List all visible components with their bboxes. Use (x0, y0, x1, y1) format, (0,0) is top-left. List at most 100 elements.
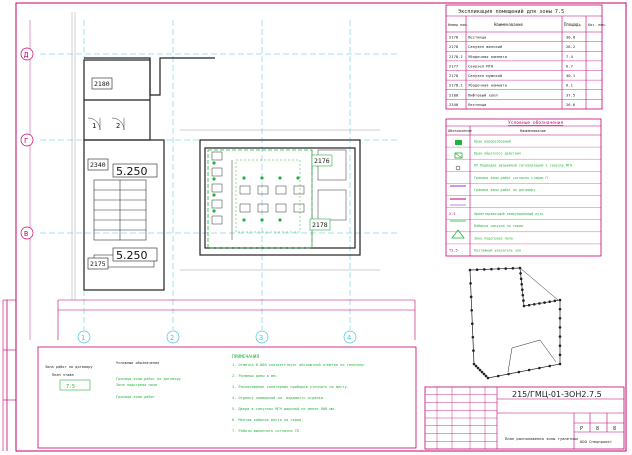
door-number: 2 (116, 122, 120, 130)
stage-value: Р (580, 426, 583, 432)
explication-cell: Лифтовый холл (468, 92, 498, 97)
room-2340: 2340 (90, 161, 106, 169)
explication-cell: 40.1 (566, 73, 576, 78)
notes-left-label: Зона работ по договору (45, 364, 93, 369)
legend-text: Зона подогрева пола (474, 236, 513, 240)
axis-label: 2 (170, 334, 174, 342)
zone-marker-dot (468, 268, 472, 272)
legend-text: Ориентировочный эвакуационный путь (474, 212, 543, 216)
legend-header: Наименование (520, 129, 546, 133)
legend-symbol: T3.5 (449, 248, 458, 252)
explication-table: Экспликация помещений для зоны 7.5 Номер… (445, 4, 606, 110)
legend-table: Условные обозначения Обозначение Наимено… (445, 118, 602, 257)
explication-cell: Санузел женский (468, 44, 502, 49)
floor-plan: 2180 2340 2175 2176 2178 5.250 5.250 1 2… (20, 12, 416, 344)
room-2176: 2176 (314, 157, 330, 165)
room-2175: 2175 (90, 260, 106, 268)
zone-marker-dot (470, 308, 474, 312)
explication-header: Наименование (494, 22, 523, 27)
zone-marker-dot (553, 299, 557, 303)
zone-marker-dot (519, 277, 523, 281)
axis-label: В (24, 230, 28, 238)
zone-marker-dot (490, 267, 493, 271)
zone-marker-dot (482, 268, 486, 271)
zone-marker-dot (517, 370, 521, 374)
explication-cell: 2178 (449, 35, 459, 40)
drawing-sheet: 2180 2340 2175 2176 2178 5.250 5.250 1 2… (2, 2, 627, 452)
zone-marker-dot (548, 364, 552, 368)
drawing-code: 215/ГМЦ-01-ЗОН2.7.5 (512, 390, 602, 399)
level-marker: 5.250 (116, 249, 148, 262)
zone-marker-dot (469, 282, 472, 285)
explication-cell: 2178 (449, 73, 459, 78)
zone-marker-dot (548, 300, 552, 304)
zone-marker-dot (522, 299, 525, 302)
zone-marker-dot (558, 344, 562, 348)
note-paragraph: 6. Монтаж кабинок вести по серии. (232, 417, 303, 422)
legend-text: Граница зоны работ согласно стадии П (474, 175, 548, 180)
legend-text: Граница зоны работ по договору (474, 187, 535, 192)
zone-marker-dot (558, 362, 562, 366)
zone-marker-dot (518, 266, 522, 270)
legend-text: ПУ Подводка аварийной сигнализации к сан… (474, 164, 572, 168)
note-paragraph: 2. Размеры даны в мм. (232, 374, 277, 378)
zone-marker-dot (497, 267, 500, 271)
explication-cell: Лестница (468, 102, 486, 107)
title-block: 215/ГМЦ-01-ЗОН2.7.5 План расположения зо… (424, 386, 625, 450)
notes-col2-title: Условные обозначения (116, 360, 159, 365)
sheet-name: План расположения зоны туалетных (505, 436, 579, 441)
zone-marker-dot (472, 362, 476, 366)
notes-col2-line: Граница зоны работ (116, 394, 155, 399)
zone-marker-dot (521, 293, 525, 297)
explication-cell: 2178.1 (449, 54, 463, 59)
room-2180: 2180 (94, 80, 110, 88)
explication-title: Экспликация помещений для зоны 7.5 (458, 9, 564, 15)
zone-marker-dot (470, 322, 474, 326)
notes-col2-line: Зона подогрева пола (116, 383, 157, 387)
zone-marker-dot (471, 335, 475, 339)
explication-header: Номер пом. (448, 23, 468, 27)
zone-marker-dot (520, 288, 524, 292)
sheet-number: 8 (596, 426, 599, 432)
explication-header: Площадь (564, 22, 581, 27)
tap-icon (455, 140, 462, 145)
zone-marker-dot (478, 368, 482, 372)
legend-symbol: 2.5 (449, 212, 456, 216)
zone-marker-dot (558, 316, 562, 320)
explication-cell: 6.7 (566, 63, 573, 68)
zone-marker-dot (480, 370, 484, 374)
room-2178: 2178 (312, 221, 328, 229)
zone-key-plan (468, 266, 562, 380)
axis-label: 4 (347, 334, 351, 342)
notes-left-sub: План этажа (52, 373, 74, 377)
zone-marker-dot (543, 301, 546, 304)
zone-marker-dot (558, 307, 562, 311)
zone-marker-dot (472, 349, 475, 352)
explication-cell: Санузел мужской (468, 73, 502, 78)
note-paragraph: 3. Расположение санитарных приборов уточ… (232, 384, 349, 389)
zone-marker-dot (474, 364, 478, 368)
explication-cell: 2340 (449, 102, 459, 107)
zone-marker-dot (538, 302, 541, 305)
explication-cell: 28.2 (566, 44, 575, 49)
notes-block: Зона работ по договору План этажа 7.5 Ус… (37, 346, 417, 449)
axis-label: Г (24, 137, 28, 145)
explication-cell: Уборочная комната (468, 54, 507, 59)
zone-marker-dot (527, 303, 531, 307)
note-paragraph: 1. Отметка 0.000 соответствует абсолютно… (232, 362, 366, 367)
company-name: ООО Спецпроект (580, 439, 612, 444)
explication-cell: 2178 (449, 44, 459, 49)
explication-cell: 30.8 (566, 35, 576, 40)
zone-marker-dot (538, 366, 541, 370)
zone-marker-dot (482, 372, 486, 376)
zone-marker-dot (558, 335, 562, 338)
explication-cell: Санузел МГН (468, 63, 494, 68)
legend-text: Кран водоразборный (474, 139, 511, 144)
zone-marker-dot (475, 268, 479, 272)
zone-marker-dot (527, 368, 531, 372)
level-marker: 5.250 (116, 165, 148, 178)
zone-marker-dot (469, 295, 473, 299)
work-zone-boundary (207, 149, 313, 249)
zone-marker-dot (522, 304, 526, 308)
zone-marker-dot (532, 302, 536, 306)
